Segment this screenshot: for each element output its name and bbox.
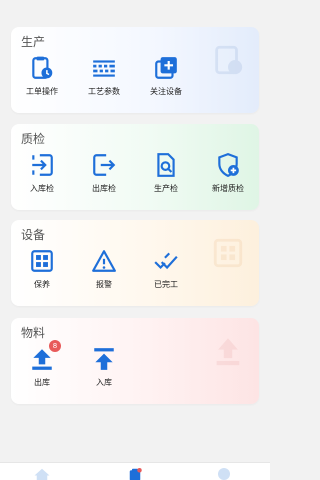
alarm-label: 报警 — [96, 280, 112, 289]
grid-chip-icon — [31, 250, 53, 272]
maintenance-label: 保养 — [34, 280, 50, 289]
production-title: 生产 — [21, 35, 46, 49]
bottom-tab-bar — [0, 462, 270, 480]
user-icon[interactable] — [215, 467, 233, 480]
outbound-button[interactable]: 8 出库 — [11, 340, 73, 388]
equipment-title: 设备 — [21, 228, 46, 242]
production-inspection-label: 生产检 — [154, 184, 178, 193]
work-order-button[interactable]: 工单操作 — [11, 55, 73, 97]
login-arrow-icon — [32, 154, 53, 176]
new-inspection-label: 新增质检 — [212, 184, 244, 193]
material-card: 物料 8 出库 入库 — [11, 318, 259, 404]
clipboard-clock-icon — [32, 56, 53, 79]
completed-label: 已完工 — [154, 280, 178, 289]
inbound-inspection-button[interactable]: 入库检 — [11, 152, 73, 194]
maintenance-button[interactable]: 保养 — [11, 248, 73, 290]
add-square-icon — [155, 57, 177, 79]
quality-card: 质检 入库检 出库检 生产检 新增质检 — [11, 124, 259, 210]
process-params-button[interactable]: 工艺参数 — [73, 55, 135, 97]
shield-add-icon — [218, 153, 239, 178]
work-order-label: 工单操作 — [26, 87, 58, 96]
inbound-label: 入库 — [96, 378, 112, 387]
clipboard-icon[interactable] — [126, 467, 144, 480]
production-inspection-button[interactable]: 生产检 — [135, 152, 197, 194]
outbound-icon-wrap: 8 — [29, 340, 61, 372]
outbound-inspection-button[interactable]: 出库检 — [73, 152, 135, 194]
equipment-card: 设备 保养 报警 已完工 — [11, 220, 259, 306]
completed-button[interactable]: 已完工 — [135, 248, 197, 290]
keyboard-icon — [93, 60, 115, 77]
inbound-button[interactable]: 入库 — [73, 346, 135, 388]
process-params-label: 工艺参数 — [88, 87, 120, 96]
document-search-icon — [157, 153, 175, 177]
material-title: 物料 — [21, 326, 46, 340]
warning-triangle-icon — [92, 250, 116, 272]
production-card: 生产 工单操作 工艺参数 关注设备 — [11, 27, 259, 113]
new-inspection-button[interactable]: 新增质检 — [197, 152, 259, 194]
alarm-button[interactable]: 报警 — [73, 248, 135, 290]
double-check-icon — [154, 252, 178, 270]
outbound-badge: 8 — [49, 340, 61, 352]
inbound-inspection-label: 入库检 — [30, 184, 54, 193]
quality-title: 质检 — [21, 132, 46, 146]
watch-equipment-label: 关注设备 — [150, 87, 182, 96]
home-icon[interactable] — [33, 467, 51, 480]
arrow-up-bar-icon — [94, 348, 114, 370]
watch-equipment-button[interactable]: 关注设备 — [135, 55, 197, 97]
outbound-label: 出库 — [34, 378, 50, 387]
outbound-inspection-label: 出库检 — [92, 184, 116, 193]
logout-arrow-icon — [93, 154, 116, 176]
